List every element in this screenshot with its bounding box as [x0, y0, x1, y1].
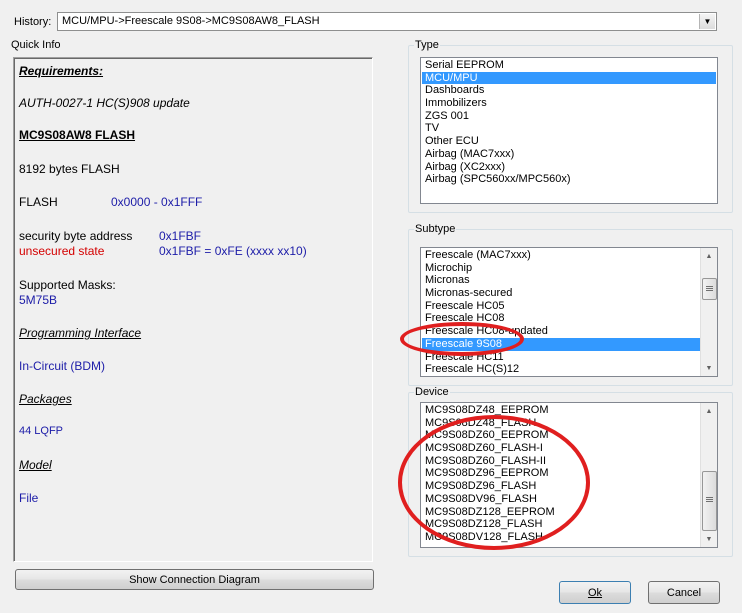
type-item[interactable]: ZGS 001 — [422, 110, 716, 123]
ok-button[interactable]: Ok — [559, 581, 631, 604]
security-label: security byte address — [19, 229, 133, 243]
subtype-item[interactable]: Microchip — [422, 262, 700, 275]
annotation-circle-subtype — [400, 322, 524, 356]
scroll-down-icon[interactable]: ▼ — [701, 360, 717, 376]
type-item[interactable]: Immobilizers — [422, 97, 716, 110]
subtype-item[interactable]: Freescale (MAC7xxx) — [422, 249, 700, 262]
scroll-down-icon[interactable]: ▼ — [701, 531, 717, 547]
subtype-item[interactable]: Freescale HC(S)12 — [422, 363, 700, 376]
flash-range: 0x0000 - 0x1FFF — [111, 195, 203, 209]
flash-label: FLASH — [19, 195, 58, 209]
type-listbox[interactable]: Serial EEPROM MCU/MPU Dashboards Immobilize… — [420, 57, 718, 204]
device-label: Device — [414, 386, 450, 398]
packages-value: 44 LQFP — [19, 425, 64, 437]
subtype-item[interactable]: Micronas-secured — [422, 287, 700, 300]
show-connection-diagram-button[interactable]: Show Connection Diagram — [15, 569, 374, 590]
device-heading: MC9S08AW8 FLASH — [19, 128, 136, 142]
flash-size-text: 8192 bytes FLASH — [19, 162, 120, 176]
chevron-down-icon[interactable]: ▼ — [699, 14, 715, 29]
type-item[interactable]: Dashboards — [422, 84, 716, 97]
model-heading: Model — [19, 458, 52, 472]
model-value: File — [19, 491, 39, 505]
type-item[interactable]: TV — [422, 122, 716, 135]
subtype-label: Subtype — [414, 223, 457, 235]
subtype-item[interactable]: Micronas — [422, 274, 700, 287]
prog-value: In-Circuit (BDM) — [19, 359, 105, 373]
scroll-thumb[interactable] — [702, 278, 717, 300]
type-item[interactable]: MCU/MPU — [422, 71, 716, 85]
auth-text: AUTH-0027-1 HC(S)908 update — [19, 96, 190, 110]
device-scrollbar[interactable]: ▲ ▼ — [700, 403, 717, 547]
type-item[interactable]: Airbag (SPC560xx/MPC560x) — [422, 173, 716, 186]
quick-info-panel: Requirements: AUTH-0027-1 HC(S)908 updat… — [13, 57, 373, 562]
quick-info-label: Quick Info — [11, 39, 61, 51]
packages-heading: Packages — [19, 392, 72, 406]
unsecured-value: 0x1FBF = 0xFE (xxxx xx10) — [159, 244, 307, 258]
requirements-heading: Requirements: — [19, 64, 104, 78]
subtype-scrollbar[interactable]: ▲ ▼ — [700, 248, 717, 376]
scroll-up-icon[interactable]: ▲ — [701, 248, 717, 264]
subtype-listbox[interactable]: Freescale (MAC7xxx) Microchip Micronas Micr… — [420, 247, 718, 377]
subtype-item[interactable]: Freescale HC05 — [422, 300, 700, 313]
annotation-circle-device — [398, 415, 590, 550]
type-item[interactable]: Serial EEPROM — [422, 59, 716, 72]
masks-value: 5M75B — [19, 293, 58, 307]
type-item[interactable]: Other ECU — [422, 135, 716, 148]
security-value: 0x1FBF — [159, 229, 202, 243]
type-item[interactable]: Airbag (XC2xxx) — [422, 161, 716, 174]
type-item[interactable]: Airbag (MAC7xxx) — [422, 148, 716, 161]
unsecured-label: unsecured state — [19, 244, 105, 258]
history-combo[interactable]: MCU/MPU->Freescale 9S08->MC9S08AW8_FLASH… — [57, 12, 717, 31]
type-label: Type — [414, 39, 440, 51]
cancel-button[interactable]: Cancel — [648, 581, 720, 604]
history-value: MCU/MPU->Freescale 9S08->MC9S08AW8_FLASH — [62, 15, 320, 27]
masks-label: Supported Masks: — [19, 278, 116, 292]
history-label: History: — [14, 16, 52, 28]
prog-heading: Programming Interface — [19, 326, 142, 340]
device-item[interactable]: MC9S08DZ48_EEPROM — [422, 404, 700, 417]
scroll-thumb[interactable] — [702, 471, 717, 531]
scroll-up-icon[interactable]: ▲ — [701, 403, 717, 419]
